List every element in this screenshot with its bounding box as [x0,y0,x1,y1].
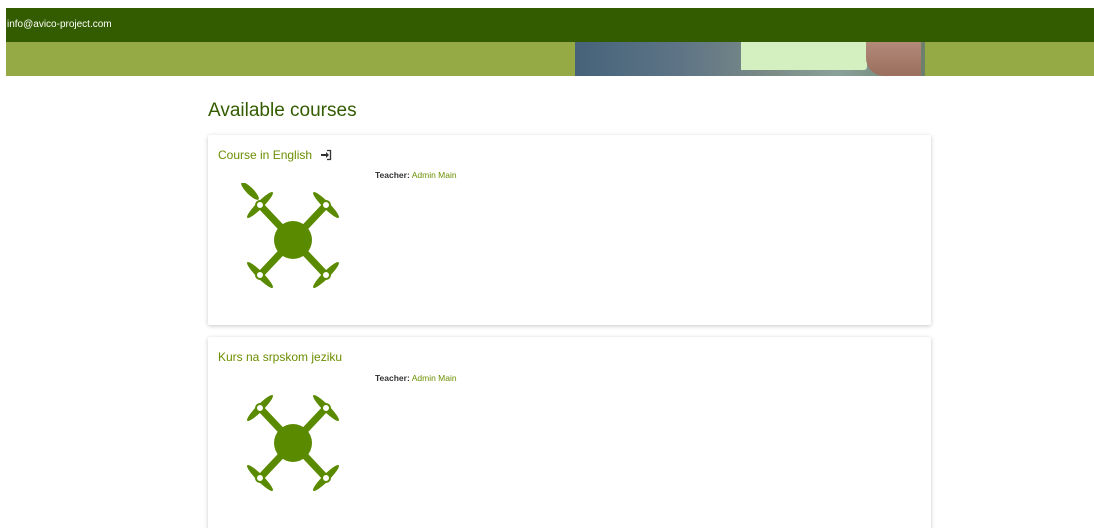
contact-email-link[interactable]: info@avico-project.com [7,19,112,30]
teacher-name-link[interactable]: Admin Main [412,170,457,180]
course-teacher: Teacher: Admin Main [375,373,457,383]
banner-photo-hand [866,42,921,76]
banner-photo-card [741,42,867,70]
teacher-label: Teacher: [375,170,410,180]
sign-in-icon[interactable] [320,149,332,161]
teacher-label: Teacher: [375,373,410,383]
drone-icon[interactable] [238,183,348,297]
page: info@avico-project.com Available courses… [0,0,1094,528]
teacher-name-link[interactable]: Admin Main [412,373,457,383]
course-card: Kurs na srpskom jeziku Teacher: Admin Ma… [208,337,931,528]
drone-icon[interactable] [238,386,348,500]
header-banner [6,42,1094,76]
page-title: Available courses [208,100,357,121]
course-teacher: Teacher: Admin Main [375,170,457,180]
course-card: Course in English Teacher: Admin Main [208,135,931,325]
course-title-link[interactable]: Kurs na srpskom jeziku [218,350,342,364]
top-bar: info@avico-project.com [6,8,1094,42]
course-title-link[interactable]: Course in English [218,148,312,162]
